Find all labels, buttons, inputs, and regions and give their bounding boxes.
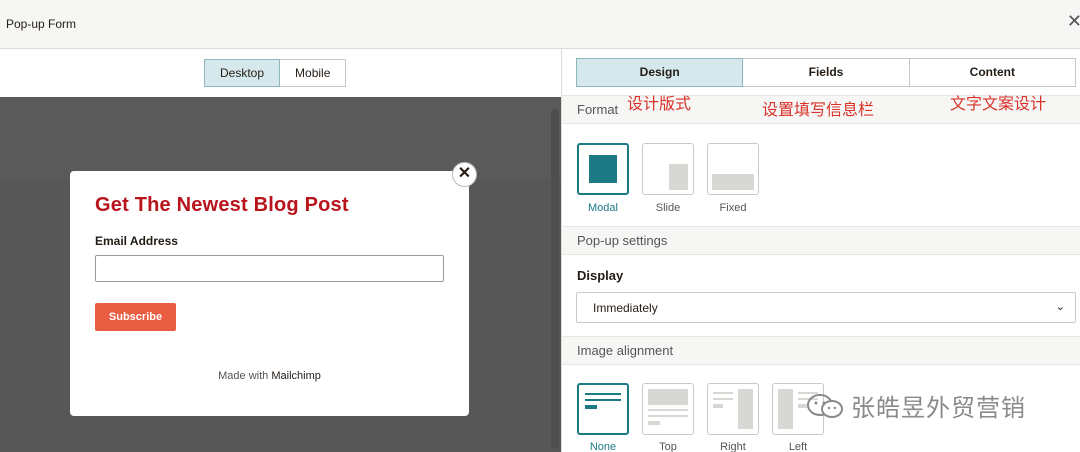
desktop-view-button[interactable]: Desktop — [204, 59, 281, 87]
mailchimp-brand: Mailchimp — [271, 370, 321, 382]
chevron-down-icon: ⌄ — [1055, 301, 1065, 313]
subscribe-button[interactable]: Subscribe — [95, 303, 176, 331]
fixed-layout-icon — [712, 174, 754, 190]
tab-fields[interactable]: Fields — [743, 58, 910, 87]
close-icon[interactable]: ✕ — [1067, 12, 1080, 30]
align-right-label: Right — [720, 441, 746, 452]
popup-settings-header: Pop-up settings — [562, 226, 1080, 255]
display-label: Display — [577, 268, 624, 283]
format-slide-option[interactable] — [642, 143, 694, 195]
align-right-icon — [713, 389, 753, 429]
watermark-text: 张皓昱外贸营销 — [851, 394, 1026, 422]
wechat-icon — [807, 393, 843, 418]
view-toggle: Desktop Mobile — [204, 59, 347, 87]
popup-form-editor: Pop-up Form ✕ Desktop Mobile Get The New… — [0, 0, 1080, 452]
format-modal-option[interactable] — [577, 143, 629, 195]
popup-settings-label: Pop-up settings — [577, 233, 668, 248]
format-header-label: Format — [577, 102, 619, 117]
tab-content[interactable]: Content — [909, 58, 1076, 87]
format-fixed-label: Fixed — [719, 202, 747, 214]
email-label: Email Address — [95, 234, 178, 248]
watermark: 张皓昱外贸营销 — [805, 388, 1026, 423]
align-top-option[interactable] — [642, 383, 694, 435]
preview-scrollbar[interactable] — [551, 109, 559, 449]
align-none-option[interactable] — [577, 383, 629, 435]
align-left-label: Left — [788, 441, 808, 452]
annotation-fields: 设置填写信息栏 — [762, 100, 875, 119]
modal-layout-icon — [589, 155, 617, 183]
format-fixed-option[interactable] — [707, 143, 759, 195]
window-title: Pop-up Form — [6, 17, 77, 31]
align-top-label: Top — [659, 441, 677, 452]
align-top-icon — [648, 389, 688, 425]
display-select[interactable]: Immediately ⌄ — [576, 292, 1076, 323]
image-alignment-header: Image alignment — [562, 336, 1080, 365]
align-right-option[interactable] — [707, 383, 759, 435]
email-field[interactable] — [95, 255, 444, 282]
slide-layout-icon — [669, 164, 688, 190]
align-none-icon — [585, 393, 621, 409]
mobile-view-button[interactable]: Mobile — [280, 59, 347, 87]
settings-tabs: Design Fields Content — [576, 58, 1076, 87]
align-none-label: None — [589, 441, 617, 452]
annotation-design: 设计版式 — [627, 94, 692, 113]
image-alignment-label: Image alignment — [577, 343, 674, 358]
format-slide-label: Slide — [655, 202, 681, 214]
modal-close-icon[interactable]: ✕ — [452, 162, 477, 187]
format-modal-label: Modal — [588, 202, 618, 214]
display-select-value: Immediately — [593, 301, 658, 315]
annotation-content: 文字文案设计 — [950, 94, 1047, 113]
made-with-prefix: Made with — [218, 370, 269, 382]
popup-heading[interactable]: Get The Newest Blog Post — [95, 194, 349, 217]
made-with-footer: Made with Mailchimp — [70, 370, 469, 382]
tab-design[interactable]: Design — [576, 58, 744, 87]
popup-modal-preview: Get The Newest Blog Post Email Address S… — [70, 171, 469, 416]
page-backdrop — [0, 97, 561, 179]
title-bar: Pop-up Form ✕ — [0, 0, 1080, 49]
